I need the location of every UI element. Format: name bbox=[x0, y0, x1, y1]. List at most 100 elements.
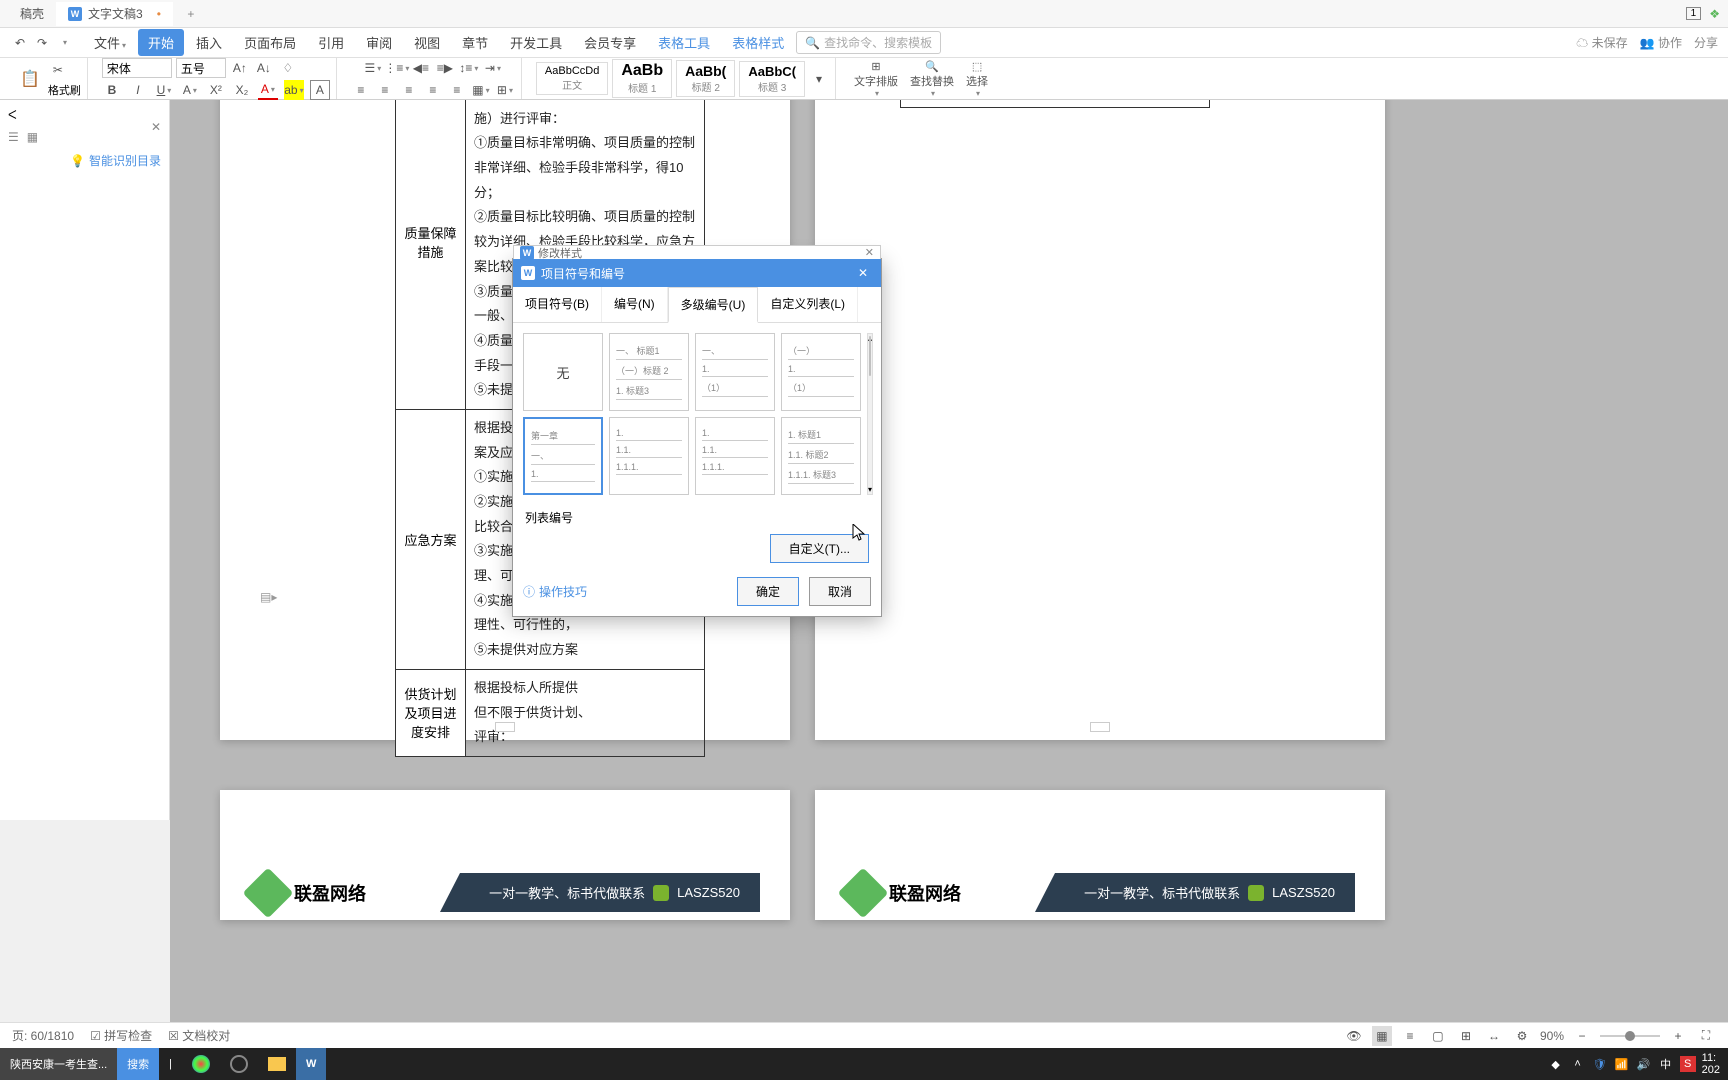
grow-font-icon[interactable]: A↑ bbox=[230, 58, 250, 78]
collab-button[interactable]: 👥 协作 bbox=[1640, 34, 1682, 51]
align-left-icon[interactable]: ≡ bbox=[351, 80, 371, 100]
dialog-scrollbar[interactable]: ▴ ▾ bbox=[867, 333, 873, 495]
text-layout-button[interactable]: ⊞文字排版 bbox=[850, 59, 902, 99]
tray-clock[interactable]: 11:202 bbox=[1702, 1052, 1720, 1076]
view-print-icon[interactable]: ▦ bbox=[1372, 1026, 1392, 1046]
view-outline-icon[interactable]: ≡ bbox=[1400, 1026, 1420, 1046]
style-heading1[interactable]: AaBb标题 1 bbox=[612, 59, 672, 98]
bold-icon[interactable]: B bbox=[102, 80, 122, 100]
strike-icon[interactable]: A bbox=[180, 80, 200, 100]
preview-option[interactable]: （一） 1. （1） bbox=[781, 333, 861, 411]
tray-volume-icon[interactable]: 🔊 bbox=[1636, 1056, 1652, 1072]
zoom-out-icon[interactable]: − bbox=[1572, 1026, 1592, 1046]
customize-button[interactable]: 自定义(T)... bbox=[770, 534, 869, 563]
settings-icon[interactable]: ⚙ bbox=[1512, 1026, 1532, 1046]
share-button[interactable]: 分享 bbox=[1694, 34, 1718, 51]
page-indicator[interactable]: 页: 60/1810 bbox=[12, 1027, 74, 1044]
menu-table-tools[interactable]: 表格工具 bbox=[648, 29, 720, 56]
tips-link[interactable]: ⓘ 操作技巧 bbox=[523, 583, 587, 600]
window-state-icon[interactable]: 1 bbox=[1686, 7, 1702, 20]
find-replace-button[interactable]: 🔍查找替换 bbox=[906, 59, 958, 99]
menu-insert[interactable]: 插入 bbox=[186, 29, 232, 56]
tray-wifi-icon[interactable]: 📶 bbox=[1614, 1056, 1630, 1072]
table-cell[interactable]: ⑤未提供对应方案不得分。 bbox=[901, 100, 1210, 108]
app-menu-icon[interactable]: ❖ bbox=[1709, 7, 1720, 21]
tray-shield-icon[interactable]: 🛡 bbox=[1592, 1056, 1608, 1072]
redo-icon[interactable]: ↷ bbox=[32, 33, 52, 53]
menu-ref[interactable]: 引用 bbox=[308, 29, 354, 56]
superscript-icon[interactable]: X² bbox=[206, 80, 226, 100]
tab-document[interactable]: W 文字文稿3 • bbox=[56, 2, 173, 26]
shading-icon[interactable]: ▦ bbox=[471, 80, 491, 100]
document-area[interactable]: 质量保障措施 但不限于质量目标、项目质量的控制措施）进行评审： ①质量目标非常明… bbox=[170, 100, 1728, 1042]
highlight-icon[interactable]: ab bbox=[284, 80, 304, 100]
paste-button[interactable]: 📋 bbox=[16, 59, 44, 99]
fullscreen-icon[interactable]: ⛶ bbox=[1696, 1026, 1716, 1046]
taskbar-app[interactable]: 陕西安康一考生查... bbox=[0, 1048, 117, 1080]
subscript-icon[interactable]: X₂ bbox=[232, 80, 252, 100]
font-size-select[interactable] bbox=[176, 58, 226, 78]
tray-sogou-icon[interactable]: S bbox=[1680, 1056, 1696, 1072]
view-read-icon[interactable]: ▢ bbox=[1428, 1026, 1448, 1046]
zoom-slider[interactable] bbox=[1600, 1035, 1660, 1037]
taskbar-app-icon[interactable] bbox=[182, 1048, 220, 1080]
align-justify-icon[interactable]: ≡ bbox=[423, 80, 443, 100]
align-distribute-icon[interactable]: ≡ bbox=[447, 80, 467, 100]
smart-toc-button[interactable]: 💡 智能识别目录 bbox=[70, 152, 161, 169]
dialog-close-icon[interactable]: ✕ bbox=[853, 263, 873, 283]
menu-section[interactable]: 章节 bbox=[452, 29, 498, 56]
tab-numbering[interactable]: 编号(N) bbox=[602, 287, 668, 322]
preview-option-selected[interactable]: 第一章 一、 1. bbox=[523, 417, 603, 495]
char-border-icon[interactable]: A bbox=[310, 80, 330, 100]
border-icon[interactable]: ⊞ bbox=[495, 80, 515, 100]
unsaved-indicator[interactable]: ☁ 未保存 bbox=[1576, 34, 1627, 51]
align-center-icon[interactable]: ≡ bbox=[375, 80, 395, 100]
font-color-icon[interactable]: A bbox=[258, 80, 278, 100]
dialog-titlebar[interactable]: W 项目符号和编号 ✕ bbox=[513, 259, 881, 287]
scrollbar-thumb[interactable] bbox=[869, 336, 871, 376]
tab-add-button[interactable]: + bbox=[181, 4, 201, 24]
shrink-font-icon[interactable]: A↓ bbox=[254, 58, 274, 78]
menu-table-style[interactable]: 表格样式 bbox=[722, 29, 794, 56]
eye-icon[interactable]: 👁 bbox=[1344, 1026, 1364, 1046]
bullets-icon[interactable]: ☰ bbox=[363, 58, 383, 78]
view-web-icon[interactable]: ⊞ bbox=[1456, 1026, 1476, 1046]
proofing-toggle[interactable]: ☒ 文档校对 bbox=[168, 1027, 230, 1044]
preview-option[interactable]: 1. 1.1. 1.1.1. bbox=[695, 417, 775, 495]
tab-icon[interactable]: ⇥ bbox=[483, 58, 503, 78]
italic-icon[interactable]: I bbox=[128, 80, 148, 100]
quick-access-menu[interactable] bbox=[54, 33, 74, 53]
cut-icon[interactable]: ✂ bbox=[48, 60, 68, 80]
close-icon[interactable]: ✕ bbox=[865, 246, 874, 259]
zoom-level[interactable]: 90% bbox=[1540, 1029, 1564, 1043]
tab-custom-list[interactable]: 自定义列表(L) bbox=[758, 287, 858, 322]
undo-icon[interactable]: ↶ bbox=[10, 33, 30, 53]
line-spacing-icon[interactable]: ↕≡ bbox=[459, 58, 479, 78]
menu-view[interactable]: 视图 bbox=[404, 29, 450, 56]
tab-bullets[interactable]: 项目符号(B) bbox=[513, 287, 602, 322]
tab-multilevel[interactable]: 多级编号(U) bbox=[668, 287, 759, 323]
preview-option[interactable]: 一、 标题1 （一）标题 2 1. 标题3 bbox=[609, 333, 689, 411]
table-cell-label[interactable]: 供货计划及项目进度安排 bbox=[396, 669, 466, 756]
table-cell-label[interactable]: 质量保障措施 bbox=[396, 100, 466, 409]
sidebar-close-icon[interactable]: ✕ bbox=[151, 120, 161, 134]
outline-view-icon[interactable]: ☰ bbox=[8, 130, 19, 144]
indent-right-icon[interactable]: ≡▶ bbox=[435, 58, 455, 78]
menu-file[interactable]: 文件 bbox=[84, 29, 136, 56]
align-right-icon[interactable]: ≡ bbox=[399, 80, 419, 100]
preview-option[interactable]: 1. 标题1 1.1. 标题2 1.1.1. 标题3 bbox=[781, 417, 861, 495]
menu-review[interactable]: 审阅 bbox=[356, 29, 402, 56]
taskbar-obs-icon[interactable] bbox=[220, 1048, 258, 1080]
style-heading2[interactable]: AaBb(标题 2 bbox=[676, 60, 735, 97]
indent-left-icon[interactable]: ◀≡ bbox=[411, 58, 431, 78]
tray-notification-icon[interactable]: ◆ bbox=[1548, 1056, 1564, 1072]
menu-dev[interactable]: 开发工具 bbox=[500, 29, 572, 56]
command-search[interactable]: 🔍 查找命令、搜索模板 bbox=[796, 31, 941, 54]
fit-width-icon[interactable]: ↔ bbox=[1484, 1026, 1504, 1046]
menu-vip[interactable]: 会员专享 bbox=[574, 29, 646, 56]
page-nav-icon[interactable]: ▤▸ bbox=[260, 590, 277, 604]
spellcheck-toggle[interactable]: ☑ 拼写检查 bbox=[90, 1027, 152, 1044]
clear-format-icon[interactable]: ♢ bbox=[278, 58, 298, 78]
preview-none[interactable]: 无 bbox=[523, 333, 603, 411]
tab-docshell[interactable]: 稿壳 bbox=[8, 2, 56, 26]
